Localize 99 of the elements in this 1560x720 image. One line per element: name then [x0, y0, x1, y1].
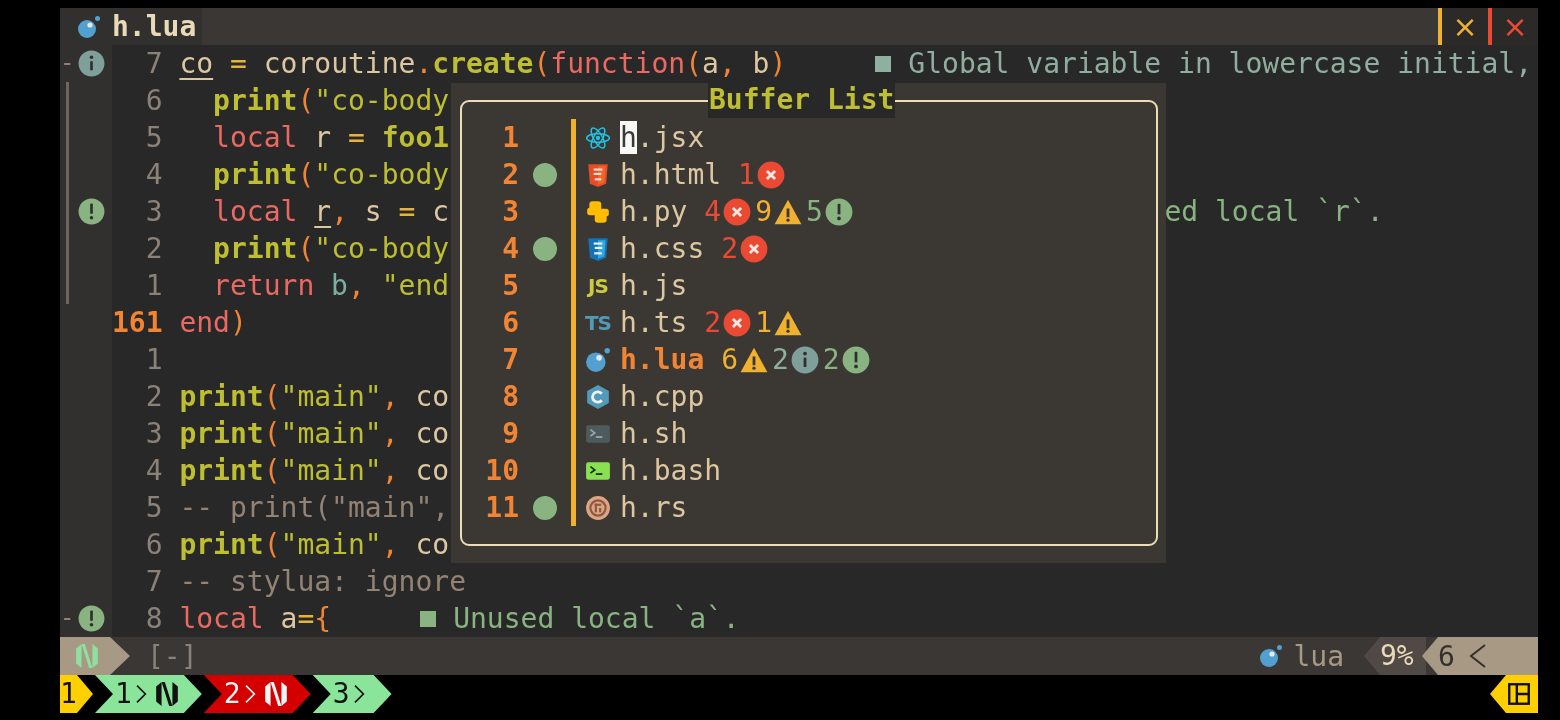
- error-icon: [740, 234, 768, 263]
- buffer-number: 5: [501, 268, 519, 304]
- buffer-name[interactable]: h.sh: [620, 415, 688, 452]
- popup-title: Buffer List: [708, 82, 896, 118]
- code-line: return b, "end: [212, 268, 450, 304]
- buffer-number: 6: [501, 305, 519, 341]
- line-number: 3: [144, 416, 164, 452]
- buffer-name[interactable]: h.ts: [620, 304, 688, 341]
- diagnostic-message: Global variable in lowercase initial,: [908, 46, 1533, 82]
- info-icon: [78, 50, 105, 77]
- line-number: 161: [112, 305, 164, 341]
- buffer-name[interactable]: h.css: [620, 230, 705, 267]
- buffer-number: 11: [484, 490, 519, 526]
- diagnostic-message: ed local `r`.: [1164, 194, 1384, 230]
- square-icon: [420, 610, 437, 627]
- buffer-number: 10: [484, 453, 519, 489]
- hint-icon: [78, 605, 105, 632]
- buffer-status-text: [-]: [147, 638, 198, 675]
- buffer-name[interactable]: h.rs: [620, 489, 688, 526]
- line-number: 4: [144, 453, 164, 489]
- window-index: 2: [223, 676, 241, 712]
- hint-icon: [824, 197, 853, 226]
- code-line: local r = foo1: [212, 120, 450, 156]
- buffer-tab[interactable]: h.lua: [60, 8, 203, 45]
- buffer-number: 9: [501, 416, 519, 452]
- diagnostic-count: 2: [822, 342, 840, 378]
- scroll-percent: 9%: [1364, 637, 1426, 675]
- window-tab[interactable]: 3: [312, 675, 392, 713]
- file-type: lua: [1293, 638, 1344, 675]
- line-number: 5: [144, 490, 164, 526]
- layout-icon: [1506, 681, 1532, 707]
- code-line: co = coroutine.create(function(a, b): [179, 46, 787, 82]
- line-number: 7: [144, 46, 164, 82]
- error-icon: [723, 308, 752, 337]
- line-number: 1: [144, 342, 164, 378]
- line-number: 1: [144, 268, 164, 304]
- hint-icon: [78, 198, 105, 225]
- code-line: end): [179, 305, 247, 341]
- code-line: print("main", co: [179, 416, 450, 452]
- fold-marker[interactable]: -: [60, 600, 75, 637]
- code-line: local r, s = c: [212, 194, 450, 230]
- line-number: 4: [144, 157, 164, 193]
- diagnostic-count: 1: [755, 305, 772, 341]
- window-tab[interactable]: 2: [203, 675, 311, 713]
- buffer-name[interactable]: h.py: [620, 193, 688, 230]
- diagnostic-count: 2: [704, 305, 722, 341]
- diagnostic-count: 6: [721, 342, 738, 378]
- diagnostic-count: 5: [806, 194, 823, 230]
- file-type-icon: TS: [584, 310, 611, 335]
- buffer-name[interactable]: h.html: [620, 156, 722, 193]
- code-line: -- print("main",: [179, 490, 450, 526]
- line-number: 7: [144, 564, 164, 600]
- line-number: 2: [144, 231, 164, 267]
- diagnostic-count: 2: [772, 342, 789, 378]
- line-number: 8: [144, 601, 164, 637]
- window-index: 3: [332, 676, 350, 712]
- buffer-name[interactable]: h.js: [620, 267, 688, 304]
- line-number: 5: [144, 120, 164, 156]
- diagnostic-message: Unused local `a`.: [453, 601, 740, 637]
- code-line: print("main", co: [179, 527, 450, 563]
- line-count: 6: [1438, 638, 1455, 675]
- file-type-icon: JS: [588, 273, 608, 298]
- error-icon: [756, 160, 785, 189]
- buffer-name[interactable]: h.cpp: [620, 378, 705, 415]
- diagnostic-count: 4: [704, 194, 722, 230]
- square-icon: [875, 55, 892, 72]
- buffer-name[interactable]: h.jsx: [620, 119, 705, 156]
- line-number: 2: [144, 379, 164, 415]
- window-tab[interactable]: 1: [95, 675, 202, 713]
- code-line: print("main", co: [179, 453, 450, 489]
- moon-icon: [77, 14, 101, 39]
- buffer-name[interactable]: h.bash: [620, 452, 722, 489]
- code-line: print("co-body: [212, 157, 450, 193]
- line-number: 6: [144, 83, 164, 119]
- line-number: 3: [144, 194, 164, 230]
- buffer-number: 4: [501, 231, 519, 267]
- buffer-number: 7: [501, 342, 519, 378]
- diagnostic-count: 1: [738, 157, 755, 193]
- line-number: 6: [144, 527, 164, 563]
- diagnostic-count: 9: [755, 194, 772, 230]
- buffer-number: 1: [501, 120, 519, 156]
- hint-icon: [841, 345, 870, 374]
- diagnostic-count: 2: [721, 231, 738, 267]
- info-icon: [790, 345, 819, 374]
- error-icon: [723, 197, 752, 226]
- buffer-name[interactable]: h.lua: [620, 341, 705, 378]
- code-line: local a={: [179, 601, 332, 637]
- layout-button[interactable]: [1490, 675, 1538, 713]
- buffer-number: 3: [501, 194, 519, 230]
- code-line: print("main", co: [179, 379, 450, 415]
- buffer-number: 2: [501, 157, 519, 193]
- fold-marker[interactable]: -: [60, 45, 75, 82]
- code-line: print("co-body: [212, 83, 450, 119]
- code-line: print("co-body: [212, 231, 450, 267]
- logo-icon: [74, 643, 100, 669]
- buffer-number: 8: [501, 379, 519, 415]
- window-index: 1: [115, 676, 132, 712]
- session-name: 1: [60, 675, 93, 713]
- code-line: -- stylua: ignore: [179, 564, 466, 600]
